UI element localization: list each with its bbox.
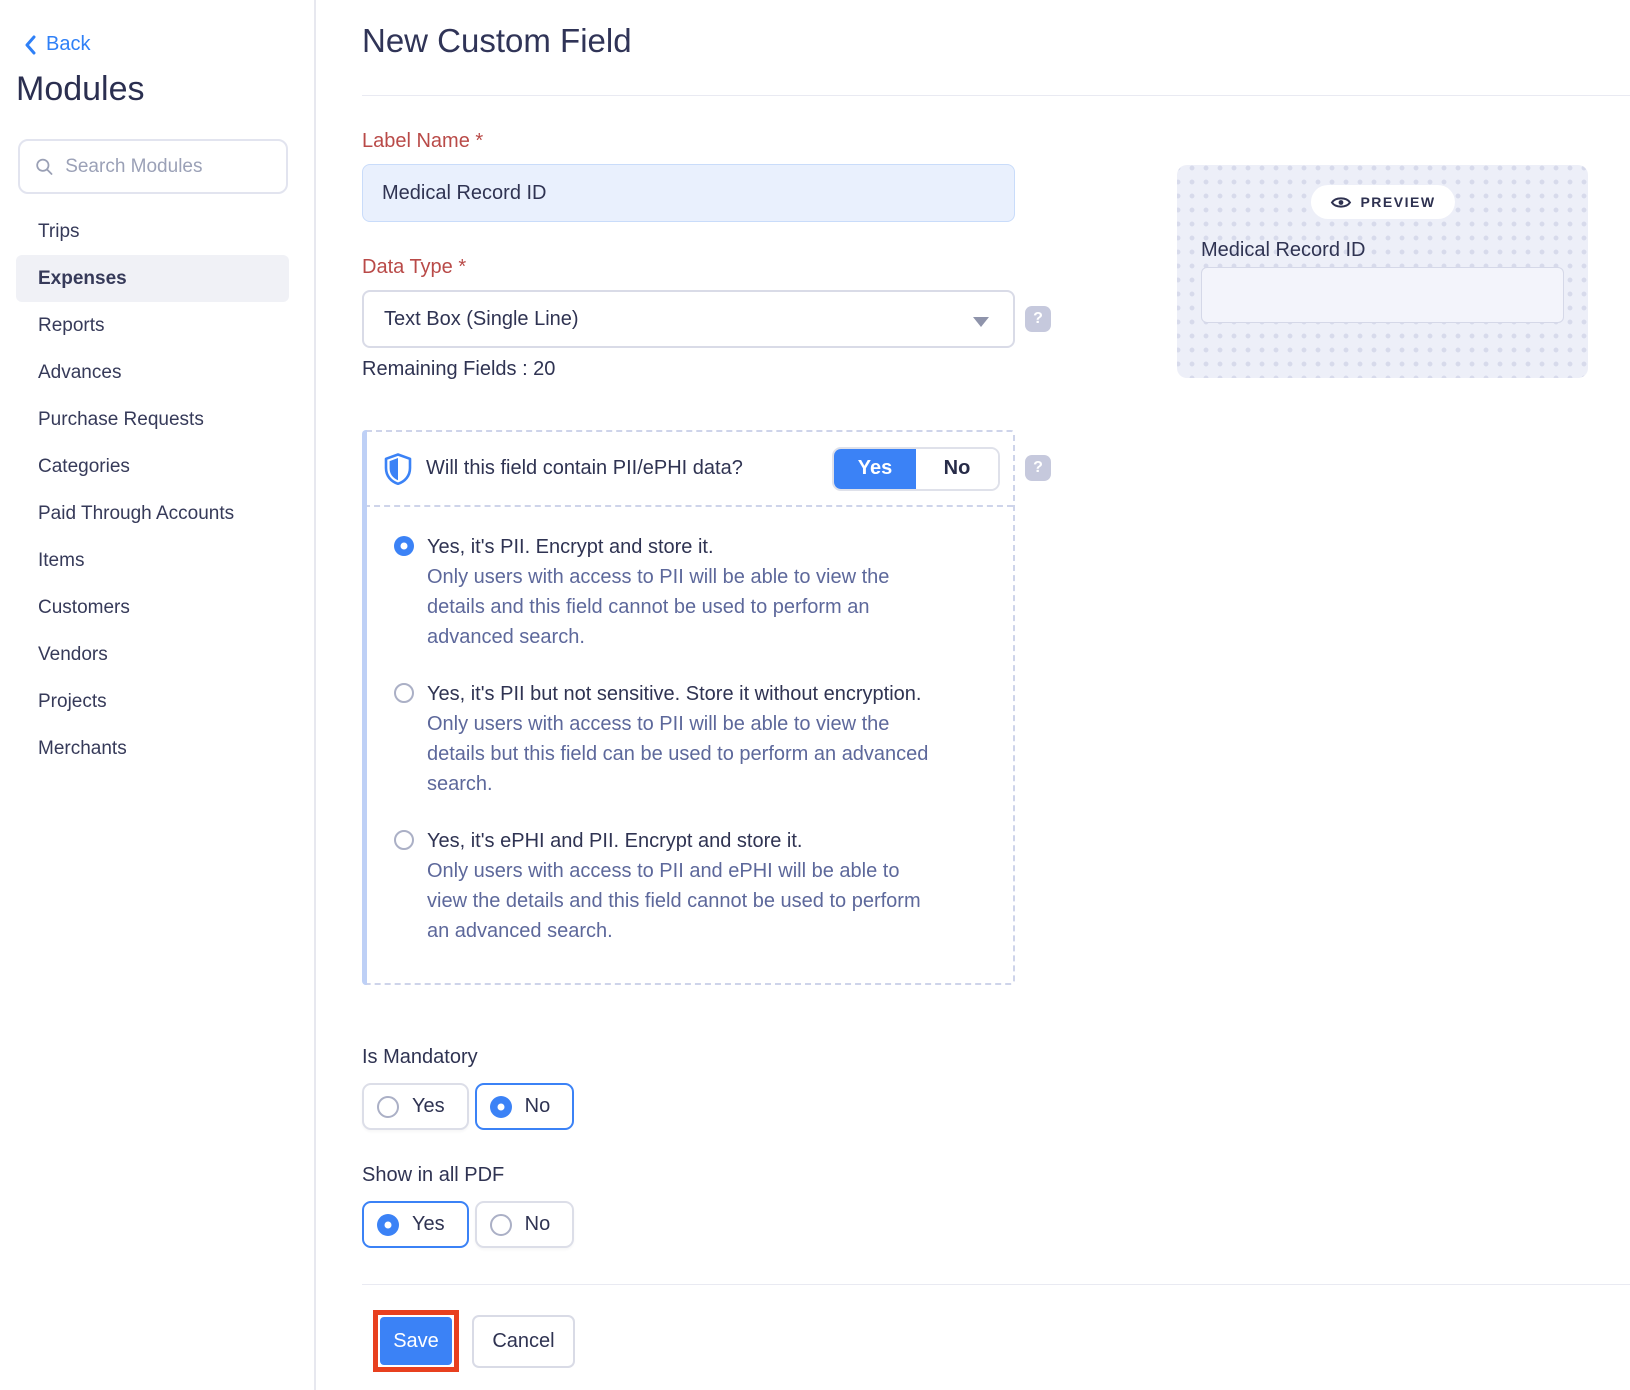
pii-option-text: Yes, it's PII but not sensitive. Store i… (427, 679, 939, 799)
radio-checked-icon (490, 1096, 512, 1118)
is-mandatory-no[interactable]: No (475, 1083, 575, 1130)
pii-toggle-yes[interactable]: Yes (834, 449, 916, 489)
sidebar-item-expenses[interactable]: Expenses (16, 255, 289, 302)
save-button-highlight: Save (373, 1310, 459, 1372)
chevron-left-icon (24, 35, 37, 55)
radio-checked-icon (377, 1214, 399, 1236)
pii-header: Will this field contain PII/ePHI data? Y… (364, 432, 1013, 507)
is-mandatory-group: Yes No (362, 1083, 574, 1130)
show-in-pdf-group: Yes No (362, 1201, 574, 1248)
pii-option-label: Yes, it's ePHI and PII. Encrypt and stor… (427, 826, 939, 856)
pii-section: Will this field contain PII/ePHI data? Y… (362, 430, 1015, 985)
module-list: Trips Expenses Reports Advances Purchase… (16, 208, 289, 772)
radio-unchecked-icon (377, 1096, 399, 1118)
pii-options: Yes, it's PII. Encrypt and store it. Onl… (364, 507, 1013, 983)
chevron-down-icon (973, 317, 989, 327)
data-type-label: Data Type * (362, 256, 466, 279)
show-in-pdf-label: Show in all PDF (362, 1164, 504, 1187)
shield-icon (384, 453, 412, 485)
is-mandatory-label: Is Mandatory (362, 1046, 478, 1069)
pii-option-label: Yes, it's PII. Encrypt and store it. (427, 532, 939, 562)
sidebar-item-categories[interactable]: Categories (16, 443, 289, 490)
sidebar-item-purchase-requests[interactable]: Purchase Requests (16, 396, 289, 443)
search-modules-box[interactable] (18, 139, 288, 194)
save-button[interactable]: Save (380, 1317, 452, 1365)
preview-field-label: Medical Record ID (1201, 239, 1366, 262)
pii-option-no-encryption[interactable]: Yes, it's PII but not sensitive. Store i… (394, 679, 983, 799)
pii-option-text: Yes, it's ePHI and PII. Encrypt and stor… (427, 826, 939, 946)
show-in-pdf-no[interactable]: No (475, 1201, 575, 1248)
cancel-button[interactable]: Cancel (472, 1315, 575, 1368)
search-modules-input[interactable] (65, 156, 271, 178)
sidebar-item-customers[interactable]: Customers (16, 584, 289, 631)
pill-label: No (525, 1213, 551, 1236)
sidebar-item-items[interactable]: Items (16, 537, 289, 584)
radio-unchecked-icon[interactable] (394, 830, 414, 850)
footer-divider (362, 1284, 1630, 1285)
sidebar-item-projects[interactable]: Projects (16, 678, 289, 725)
remaining-fields-text: Remaining Fields : 20 (362, 358, 555, 381)
sidebar-item-vendors[interactable]: Vendors (16, 631, 289, 678)
sidebar-item-advances[interactable]: Advances (16, 349, 289, 396)
pill-label: No (525, 1095, 551, 1118)
sidebar-item-reports[interactable]: Reports (16, 302, 289, 349)
radio-unchecked-icon[interactable] (394, 683, 414, 703)
preview-badge: PREVIEW (1310, 185, 1454, 219)
pii-option-description: Only users with access to PII will be ab… (427, 709, 939, 799)
pii-option-text: Yes, it's PII. Encrypt and store it. Onl… (427, 532, 939, 652)
new-custom-field-page: Back Modules Trips Expenses Reports Adva… (0, 0, 1630, 1390)
radio-unchecked-icon (490, 1214, 512, 1236)
preview-badge-label: PREVIEW (1360, 194, 1435, 210)
is-mandatory-yes[interactable]: Yes (362, 1083, 469, 1130)
data-type-select[interactable]: Text Box (Single Line) (362, 290, 1015, 348)
pii-option-encrypt[interactable]: Yes, it's PII. Encrypt and store it. Onl… (394, 532, 983, 652)
pill-label: Yes (412, 1213, 445, 1236)
modules-sidebar: Back Modules Trips Expenses Reports Adva… (0, 0, 316, 1390)
search-icon (35, 156, 54, 178)
label-name-input[interactable] (362, 164, 1015, 222)
pill-label: Yes (412, 1095, 445, 1118)
pii-question: Will this field contain PII/ePHI data? (426, 457, 832, 480)
preview-panel: PREVIEW Medical Record ID (1177, 165, 1588, 378)
sidebar-item-paid-through-accounts[interactable]: Paid Through Accounts (16, 490, 289, 537)
back-link[interactable]: Back (24, 33, 90, 56)
preview-field-input (1201, 267, 1564, 323)
back-label: Back (46, 33, 90, 56)
label-name-label: Label Name * (362, 130, 483, 153)
sidebar-item-merchants[interactable]: Merchants (16, 725, 289, 772)
pii-option-description: Only users with access to PII and ePHI w… (427, 856, 939, 946)
eye-icon (1329, 195, 1351, 210)
pii-toggle-no[interactable]: No (916, 449, 998, 489)
pii-option-description: Only users with access to PII will be ab… (427, 562, 939, 652)
show-in-pdf-yes[interactable]: Yes (362, 1201, 469, 1248)
sidebar-item-trips[interactable]: Trips (16, 208, 289, 255)
radio-checked-icon[interactable] (394, 536, 414, 556)
data-type-value: Text Box (Single Line) (384, 308, 579, 331)
header-divider (362, 95, 1630, 96)
pii-option-ephi[interactable]: Yes, it's ePHI and PII. Encrypt and stor… (394, 826, 983, 946)
pii-help-icon[interactable]: ? (1025, 455, 1051, 481)
page-title: New Custom Field (362, 22, 632, 60)
pii-option-label: Yes, it's PII but not sensitive. Store i… (427, 679, 939, 709)
data-type-help-icon[interactable]: ? (1025, 306, 1051, 332)
pii-accent-bar (362, 430, 367, 985)
pii-toggle: Yes No (832, 447, 1000, 491)
sidebar-title: Modules (16, 70, 145, 109)
